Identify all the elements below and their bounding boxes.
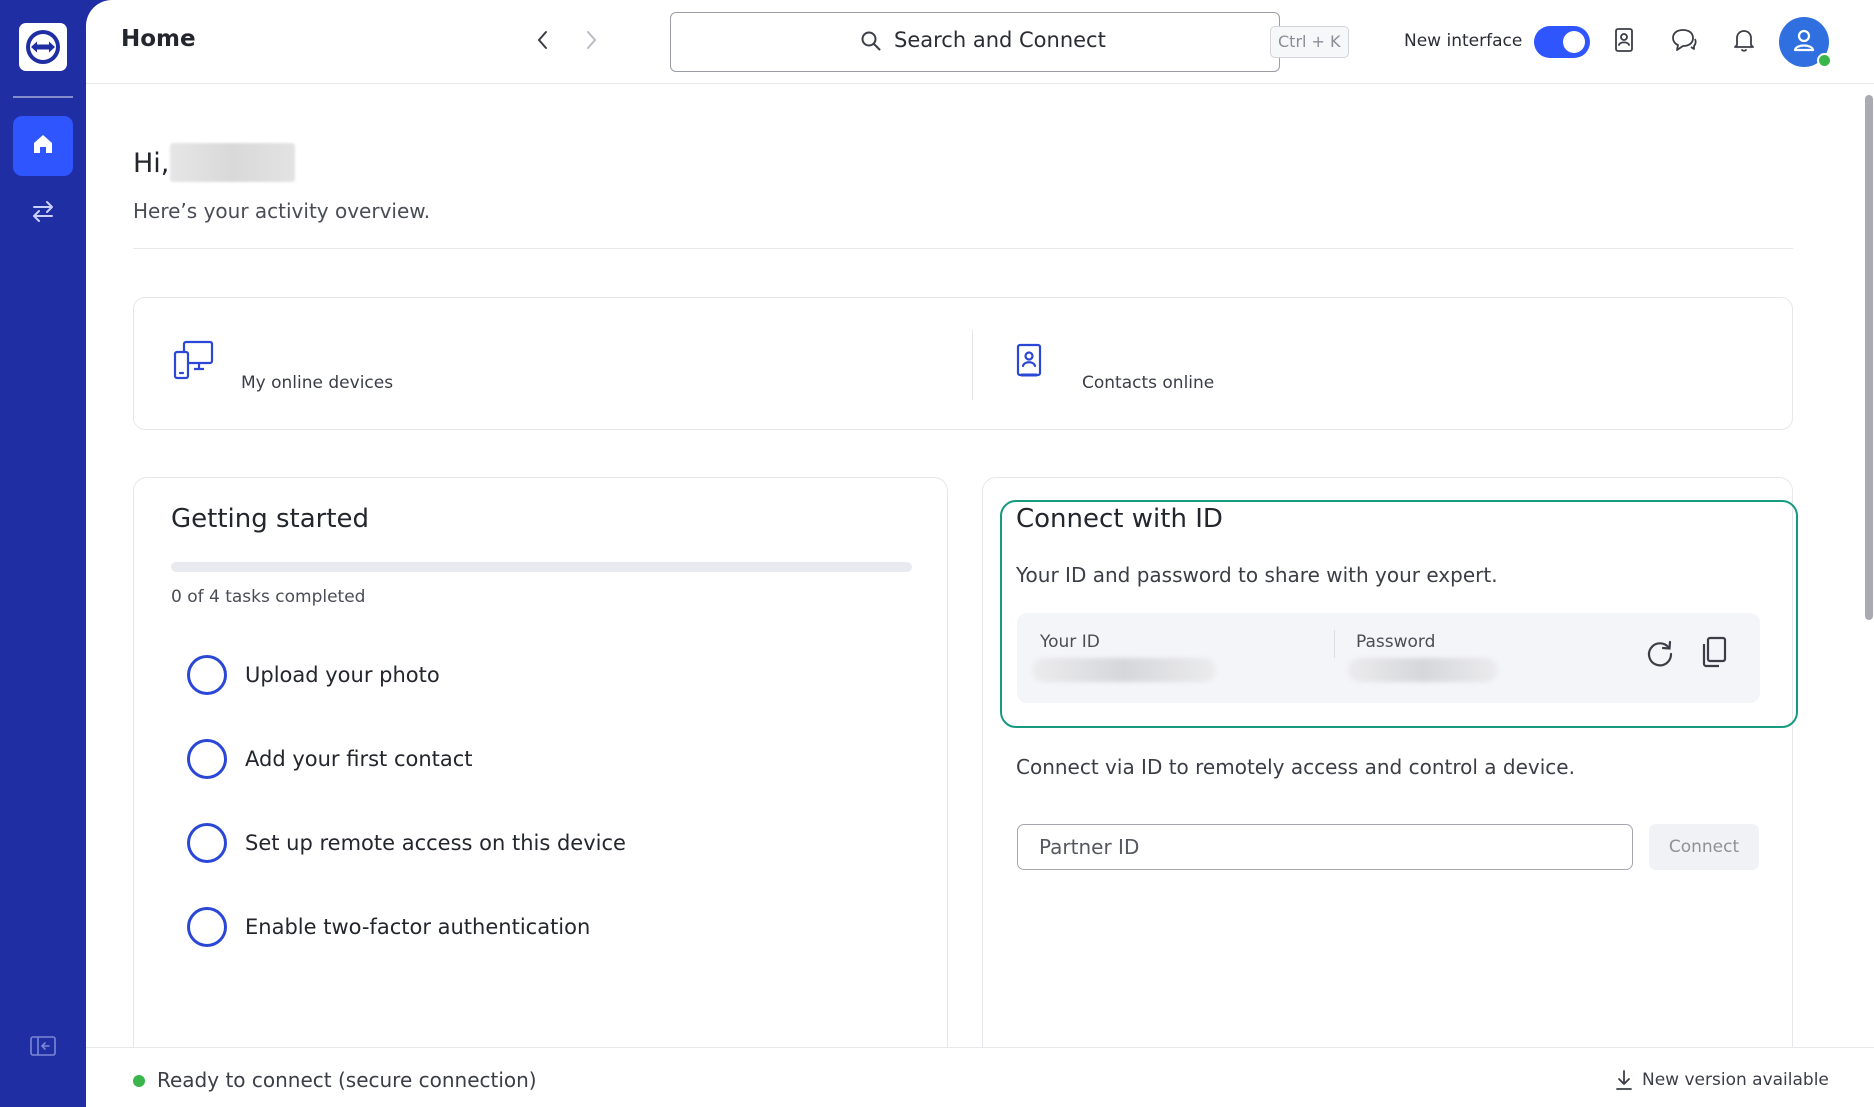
greeting-text: Hi, <box>133 148 170 179</box>
bell-icon <box>1732 27 1756 57</box>
scrollbar[interactable] <box>1864 95 1874 1045</box>
scrollbar-thumb[interactable] <box>1865 95 1873 620</box>
status-bar: Ready to connect (secure connection) New… <box>86 1047 1874 1107</box>
search-shortcut-badge: Ctrl + K <box>1270 26 1349 58</box>
collapse-sidebar-button[interactable] <box>28 1036 58 1060</box>
section-divider <box>133 248 1793 249</box>
collapse-sidebar-icon <box>30 1036 56 1060</box>
forward-button[interactable] <box>577 28 605 56</box>
connection-status-dot <box>133 1075 145 1087</box>
task-remote-access[interactable]: Set up remote access on this device <box>187 823 827 863</box>
your-id-label: Your ID <box>1040 632 1100 652</box>
sidebar-item-transfer[interactable] <box>26 198 60 228</box>
task-checkbox[interactable] <box>187 907 227 947</box>
devices-icon <box>172 338 216 386</box>
password-label: Password <box>1356 632 1436 652</box>
getting-started-card: Getting started 0 of 4 tasks completed U… <box>133 477 948 1107</box>
back-button[interactable] <box>529 28 557 56</box>
chevron-left-icon <box>536 30 550 54</box>
connect-with-id-title: Connect with ID <box>1016 504 1223 534</box>
getting-started-title: Getting started <box>171 504 370 534</box>
task-checkbox[interactable] <box>187 655 227 695</box>
task-upload-photo[interactable]: Upload your photo <box>187 655 827 695</box>
page-title: Home <box>121 26 196 52</box>
connect-with-id-subtitle: Your ID and password to share with your … <box>1016 563 1498 587</box>
sidebar-divider <box>13 96 73 98</box>
online-status-dot <box>1817 53 1832 68</box>
task-add-contact[interactable]: Add your first contact <box>187 739 827 779</box>
copy-credentials-button[interactable] <box>1697 636 1731 672</box>
teamviewer-logo-icon <box>19 23 67 71</box>
contacts-online-label: Contacts online <box>1082 373 1215 393</box>
main-window: Home Search and Connect Ctrl + K New int… <box>86 0 1874 1107</box>
tasks-completed-count: 0 of 4 tasks completed <box>171 587 366 607</box>
task-label: Enable two-factor authentication <box>245 915 591 939</box>
search-placeholder: Search and Connect <box>894 28 1106 52</box>
chevron-right-icon <box>584 30 598 54</box>
sidebar-item-home[interactable] <box>13 116 73 176</box>
top-bar: Home Search and Connect Ctrl + K New int… <box>86 0 1874 84</box>
connection-status-text: Ready to connect (secure connection) <box>157 1068 537 1092</box>
online-devices-label: My online devices <box>241 373 394 393</box>
greeting-subtitle: Here’s your activity overview. <box>133 199 431 223</box>
contacts-button[interactable] <box>1608 26 1640 58</box>
download-icon <box>1614 1069 1634 1095</box>
new-interface-label: New interface <box>1404 31 1523 51</box>
your-id-value <box>1032 658 1216 682</box>
chat-button[interactable] <box>1668 26 1700 58</box>
redacted-username <box>170 143 295 182</box>
task-label: Set up remote access on this device <box>245 831 626 855</box>
task-checkbox[interactable] <box>187 823 227 863</box>
search-icon <box>860 30 882 56</box>
chat-icon <box>1670 27 1698 57</box>
refresh-password-button[interactable] <box>1643 638 1677 672</box>
stats-card: My online devices Contacts online <box>133 297 1793 430</box>
password-value <box>1348 658 1498 682</box>
stats-divider <box>972 330 973 400</box>
home-icon <box>31 132 55 160</box>
credentials-divider <box>1334 630 1335 658</box>
copy-icon <box>1700 636 1728 672</box>
refresh-icon <box>1645 638 1675 672</box>
new-version-text: New version available <box>1642 1070 1829 1090</box>
partner-id-input[interactable] <box>1017 824 1633 870</box>
notifications-button[interactable] <box>1728 26 1760 58</box>
task-label: Upload your photo <box>245 663 440 687</box>
task-label: Add your first contact <box>245 747 473 771</box>
new-interface-toggle[interactable] <box>1534 26 1590 58</box>
sidebar <box>0 0 86 1107</box>
tasks-progress-bar <box>171 562 912 572</box>
avatar[interactable] <box>1779 17 1832 68</box>
contact-book-icon <box>1014 342 1044 382</box>
task-checkbox[interactable] <box>187 739 227 779</box>
transfer-icon <box>31 200 55 226</box>
user-icon <box>1791 27 1817 57</box>
connect-button[interactable]: Connect <box>1649 824 1759 870</box>
contact-book-icon <box>1613 27 1635 57</box>
connect-description: Connect via ID to remotely access and co… <box>1016 755 1575 779</box>
task-two-factor[interactable]: Enable two-factor authentication <box>187 907 827 947</box>
toggle-knob <box>1563 31 1585 53</box>
